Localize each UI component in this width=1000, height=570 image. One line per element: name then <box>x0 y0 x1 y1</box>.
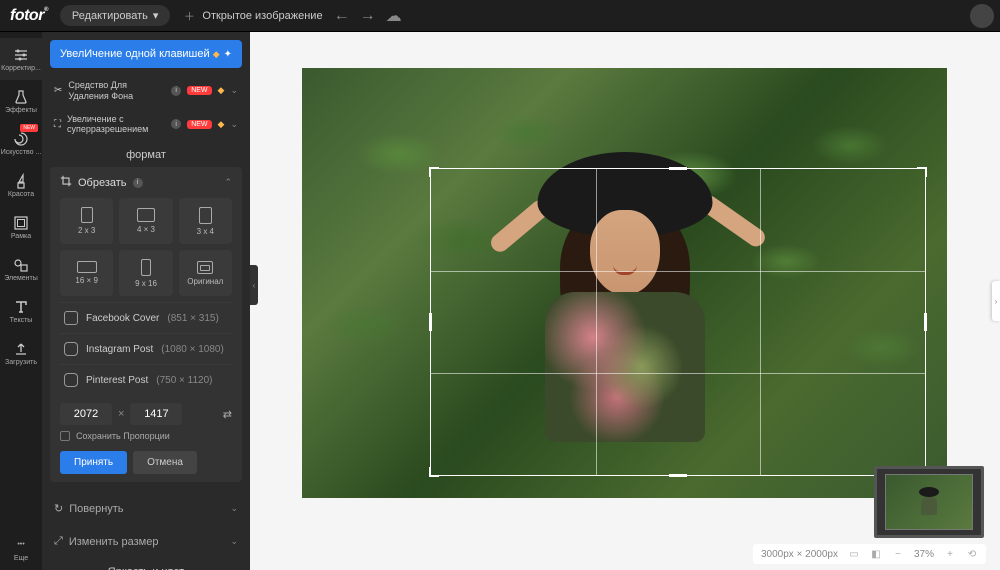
ratio-original[interactable]: Оригинал <box>179 250 232 296</box>
text-icon <box>13 299 29 315</box>
compare-icon[interactable]: ◧ <box>870 548 882 560</box>
new-badge: NEW <box>187 120 211 129</box>
chevron-up-icon: ⌃ <box>224 177 232 188</box>
lipstick-icon <box>13 173 29 189</box>
fit-screen-icon[interactable]: ▭ <box>848 548 860 560</box>
info-icon: i <box>171 86 181 96</box>
undo-icon[interactable]: ← <box>335 9 349 23</box>
pinterest-icon <box>64 373 78 387</box>
new-badge: NEW <box>20 124 38 132</box>
ratio-3x4[interactable]: 3 x 4 <box>179 198 232 244</box>
crop-height-input[interactable] <box>130 403 182 425</box>
chevron-down-icon: ⌄ <box>230 119 238 130</box>
photo-preview <box>302 68 947 498</box>
shapes-icon <box>13 257 29 273</box>
crop-icon <box>60 175 72 190</box>
tab-effects[interactable]: Эффекты <box>0 80 42 122</box>
info-icon: i <box>171 119 181 129</box>
tool-bg-remover[interactable]: ✂ Средство Для Удаления Фона i NEW ◆ ⌄ <box>50 74 242 108</box>
preset-instagram-post[interactable]: Instagram Post (1080 × 1080) <box>60 333 232 364</box>
tab-ai-art[interactable]: NEW Искусство ... <box>0 122 42 164</box>
tab-beauty[interactable]: Красота <box>0 164 42 206</box>
ratio-4x3[interactable]: 4 × 3 <box>119 198 172 244</box>
sliders-icon <box>13 47 29 63</box>
dots-icon: ••• <box>13 537 29 553</box>
cancel-button[interactable]: Отмена <box>133 451 197 474</box>
preset-facebook-cover[interactable]: Facebook Cover (851 × 315) <box>60 302 232 333</box>
rotate-icon: ↻ <box>54 502 63 515</box>
crop-accordion: Обрезать i ⌃ 2 x 3 4 × 3 3 x 4 16 × 9 9 … <box>50 167 242 482</box>
plus-icon: ＋ <box>182 9 196 23</box>
apply-button[interactable]: Принять <box>60 451 127 474</box>
flask-icon <box>13 89 29 105</box>
topbar: fotor® Редактировать ▾ ＋ Открытое изобра… <box>0 0 1000 32</box>
info-icon: i <box>133 178 143 188</box>
chevron-down-icon: ▾ <box>153 9 159 22</box>
tab-more[interactable]: ••• Еще <box>0 528 42 570</box>
zoom-level: 37% <box>914 549 934 560</box>
crop-width-input[interactable] <box>60 403 112 425</box>
swap-icon[interactable]: ⇄ <box>223 408 232 421</box>
statusbar: 3000px × 2000px ▭ ◧ − 37% + ⟲ <box>753 544 986 564</box>
preset-pinterest-post[interactable]: Pinterest Post (750 × 1120) <box>60 364 232 395</box>
instagram-icon <box>64 342 78 356</box>
ratio-9x16[interactable]: 9 x 16 <box>119 250 172 296</box>
canvas[interactable]: 3000px × 2000px ▭ ◧ − 37% + ⟲ › <box>250 32 1000 570</box>
logo: fotor® <box>10 7 48 25</box>
scissors-icon: ✂ <box>54 85 62 96</box>
chevron-down-icon: ⌄ <box>230 503 238 514</box>
tab-elements[interactable]: Элементы <box>0 248 42 290</box>
one-tap-enhance-button[interactable]: УвелИчение одной клавишей ◆ ✦ <box>50 40 242 68</box>
minimap[interactable] <box>874 466 984 538</box>
ratio-16x9[interactable]: 16 × 9 <box>60 250 113 296</box>
spiral-icon <box>13 131 29 147</box>
times-icon: × <box>118 408 124 420</box>
reset-zoom-icon[interactable]: ⟲ <box>966 548 978 560</box>
diamond-icon: ◆ <box>218 85 225 96</box>
zoom-out-icon[interactable]: − <box>892 548 904 560</box>
ratio-2x3[interactable]: 2 x 3 <box>60 198 113 244</box>
canvas-dimensions: 3000px × 2000px <box>761 549 838 560</box>
diamond-icon: ◆ <box>218 119 225 130</box>
chevron-down-icon: ⌄ <box>230 85 238 96</box>
checkbox-icon <box>60 431 70 441</box>
redo-icon[interactable]: → <box>361 9 375 23</box>
rotate-accordion[interactable]: ↻ Повернуть ⌄ <box>50 492 242 525</box>
crop-header[interactable]: Обрезать i ⌃ <box>60 175 232 190</box>
facebook-icon <box>64 311 78 325</box>
upload-icon <box>13 341 29 357</box>
new-badge: NEW <box>187 86 211 95</box>
edit-dropdown[interactable]: Редактировать ▾ <box>60 5 171 26</box>
section-format-title: формат <box>50 141 242 167</box>
panel-collapse-handle[interactable]: ‹ <box>250 265 258 305</box>
keep-proportions-checkbox[interactable]: Сохранить Пропорции <box>60 431 232 441</box>
scale-icon: ⛶ <box>54 119 61 130</box>
open-image-button[interactable]: ＋ Открытое изображение <box>182 9 322 23</box>
frame-icon <box>13 215 29 231</box>
chevron-down-icon: ⌄ <box>230 536 238 547</box>
avatar[interactable] <box>970 4 994 28</box>
resize-accordion[interactable]: ⤢ Изменить размер ⌄ <box>50 525 242 558</box>
side-panel: УвелИчение одной клавишей ◆ ✦ ✂ Средство… <box>42 32 250 570</box>
right-panel-handle[interactable]: › <box>992 281 1000 321</box>
tab-frame[interactable]: Рамка <box>0 206 42 248</box>
vertical-tabs: Корректир... Эффекты NEW Искусство ... К… <box>0 32 42 570</box>
tab-adjust[interactable]: Корректир... <box>0 38 42 80</box>
zoom-in-icon[interactable]: + <box>944 548 956 560</box>
resize-icon: ⤢ <box>54 535 63 548</box>
diamond-icon: ◆ <box>213 49 220 60</box>
wand-icon: ✦ <box>224 49 232 60</box>
tab-upload[interactable]: Загрузить <box>0 332 42 374</box>
section-brightness-title: Яркость и цвет <box>50 558 242 570</box>
cloud-icon[interactable]: ☁ <box>387 9 401 23</box>
tab-text[interactable]: Тексты <box>0 290 42 332</box>
tool-super-resolution[interactable]: ⛶ Увеличение с суперразрешением i NEW ◆ … <box>50 108 242 142</box>
